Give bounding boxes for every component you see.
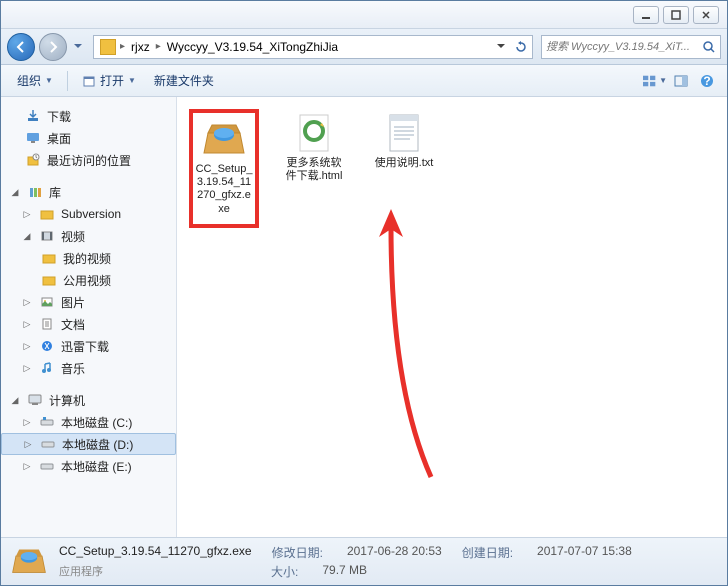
title-bar <box>1 1 727 29</box>
tree-desktop[interactable]: 桌面 <box>1 127 176 149</box>
folder-icon <box>39 206 55 222</box>
file-item-html[interactable]: 更多系统软件下载.html <box>279 109 349 187</box>
collapse-icon[interactable]: ◢ <box>9 394 21 406</box>
close-button[interactable] <box>693 6 719 24</box>
expand-icon[interactable]: ▷ <box>22 438 34 450</box>
tree-pictures[interactable]: ▷图片 <box>1 291 176 313</box>
computer-icon <box>27 392 43 408</box>
dropdown-button[interactable] <box>492 38 510 56</box>
expand-icon[interactable]: ▷ <box>21 362 33 374</box>
tree-videos[interactable]: ◢视频 <box>1 225 176 247</box>
drive-icon <box>39 414 55 430</box>
tree-xunlei[interactable]: ▷迅雷下载 <box>1 335 176 357</box>
annotation-arrow <box>361 207 451 487</box>
drive-icon <box>39 458 55 474</box>
navigation-pane[interactable]: 下载 桌面 最近访问的位置 ◢库 ▷Subversion ◢视频 我的视频 公用… <box>1 97 177 537</box>
breadcrumb-item[interactable]: Wyccyy_V3.19.54_XiTongZhiJia <box>163 38 342 56</box>
navigation-bar: ▸ rjxz ▸ Wyccyy_V3.19.54_XiTongZhiJia <box>1 29 727 65</box>
txt-icon <box>380 113 428 153</box>
tree-libraries[interactable]: ◢库 <box>1 181 176 203</box>
main-area: 下载 桌面 最近访问的位置 ◢库 ▷Subversion ◢视频 我的视频 公用… <box>1 97 727 537</box>
tree-music[interactable]: ▷音乐 <box>1 357 176 379</box>
collapse-icon[interactable]: ◢ <box>9 186 21 198</box>
chevron-right-icon: ▸ <box>156 41 161 52</box>
file-list-pane[interactable]: CC_Setup_3.19.54_11270_gfxz.exe 更多系统软件下载… <box>177 97 727 537</box>
tree-disk-e[interactable]: ▷本地磁盘 (E:) <box>1 455 176 477</box>
forward-button[interactable] <box>39 33 67 61</box>
status-filename: CC_Setup_3.19.54_11270_gfxz.exe <box>59 544 252 561</box>
open-button[interactable]: 打开▼ <box>74 69 144 93</box>
exe-icon <box>11 546 47 578</box>
tree-disk-d[interactable]: ▷本地磁盘 (D:) <box>1 433 176 455</box>
search-icon <box>702 40 716 54</box>
separator <box>67 71 68 91</box>
xunlei-icon <box>39 338 55 354</box>
tree-disk-c[interactable]: ▷本地磁盘 (C:) <box>1 411 176 433</box>
back-button[interactable] <box>7 33 35 61</box>
new-folder-button[interactable]: 新建文件夹 <box>146 69 222 93</box>
file-item-txt[interactable]: 使用说明.txt <box>369 109 439 174</box>
tree-recent[interactable]: 最近访问的位置 <box>1 149 176 171</box>
history-dropdown[interactable] <box>71 37 85 57</box>
music-icon <box>39 360 55 376</box>
tree-downloads[interactable]: 下载 <box>1 105 176 127</box>
tree-subversion[interactable]: ▷Subversion <box>1 203 176 225</box>
downloads-icon <box>25 108 41 124</box>
desktop-icon <box>25 130 41 146</box>
maximize-button[interactable] <box>663 6 689 24</box>
chevron-down-icon: ▼ <box>128 76 136 85</box>
search-input[interactable] <box>546 41 702 53</box>
tree-computer[interactable]: ◢计算机 <box>1 389 176 411</box>
preview-pane-button[interactable] <box>669 69 693 93</box>
expand-icon[interactable]: ▷ <box>21 340 33 352</box>
refresh-button[interactable] <box>512 38 530 56</box>
file-label: CC_Setup_3.19.54_11270_gfxz.exe <box>195 163 253 216</box>
folder-icon <box>100 39 116 55</box>
chevron-down-icon: ▼ <box>659 76 667 85</box>
view-options-button[interactable]: ▼ <box>643 69 667 93</box>
exe-icon <box>200 119 248 159</box>
open-icon <box>82 74 96 88</box>
details-pane: CC_Setup_3.19.54_11270_gfxz.exe 修改日期: 20… <box>1 537 727 585</box>
organize-button[interactable]: 组织▼ <box>9 69 61 93</box>
svg-text:?: ? <box>703 74 710 88</box>
expand-icon[interactable]: ▷ <box>21 318 33 330</box>
file-item-exe[interactable]: CC_Setup_3.19.54_11270_gfxz.exe <box>189 109 259 228</box>
expand-icon[interactable]: ▷ <box>21 208 33 220</box>
libraries-icon <box>27 184 43 200</box>
tree-publicvideos[interactable]: 公用视频 <box>1 269 176 291</box>
address-bar[interactable]: ▸ rjxz ▸ Wyccyy_V3.19.54_XiTongZhiJia <box>93 35 533 59</box>
chevron-down-icon: ▼ <box>45 76 53 85</box>
breadcrumb-item[interactable]: rjxz <box>127 38 154 56</box>
file-label: 使用说明.txt <box>375 157 434 170</box>
folder-icon <box>41 272 57 288</box>
collapse-icon[interactable]: ◢ <box>21 230 33 242</box>
tree-documents[interactable]: ▷文档 <box>1 313 176 335</box>
expand-icon[interactable]: ▷ <box>21 416 33 428</box>
command-bar: 组织▼ 打开▼ 新建文件夹 ▼ ? <box>1 65 727 97</box>
recent-icon <box>25 152 41 168</box>
search-box[interactable] <box>541 35 721 59</box>
help-button[interactable]: ? <box>695 69 719 93</box>
file-label: 更多系统软件下载.html <box>283 157 345 183</box>
chevron-right-icon: ▸ <box>120 41 125 52</box>
folder-icon <box>41 250 57 266</box>
minimize-button[interactable] <box>633 6 659 24</box>
documents-icon <box>39 316 55 332</box>
breadcrumb: ▸ rjxz ▸ Wyccyy_V3.19.54_XiTongZhiJia <box>120 38 492 56</box>
expand-icon[interactable]: ▷ <box>21 296 33 308</box>
status-type: 应用程序 <box>59 563 103 580</box>
html-icon <box>290 113 338 153</box>
expand-icon[interactable]: ▷ <box>21 460 33 472</box>
videos-icon <box>39 228 55 244</box>
pictures-icon <box>39 294 55 310</box>
tree-myvideos[interactable]: 我的视频 <box>1 247 176 269</box>
drive-icon <box>40 436 56 452</box>
